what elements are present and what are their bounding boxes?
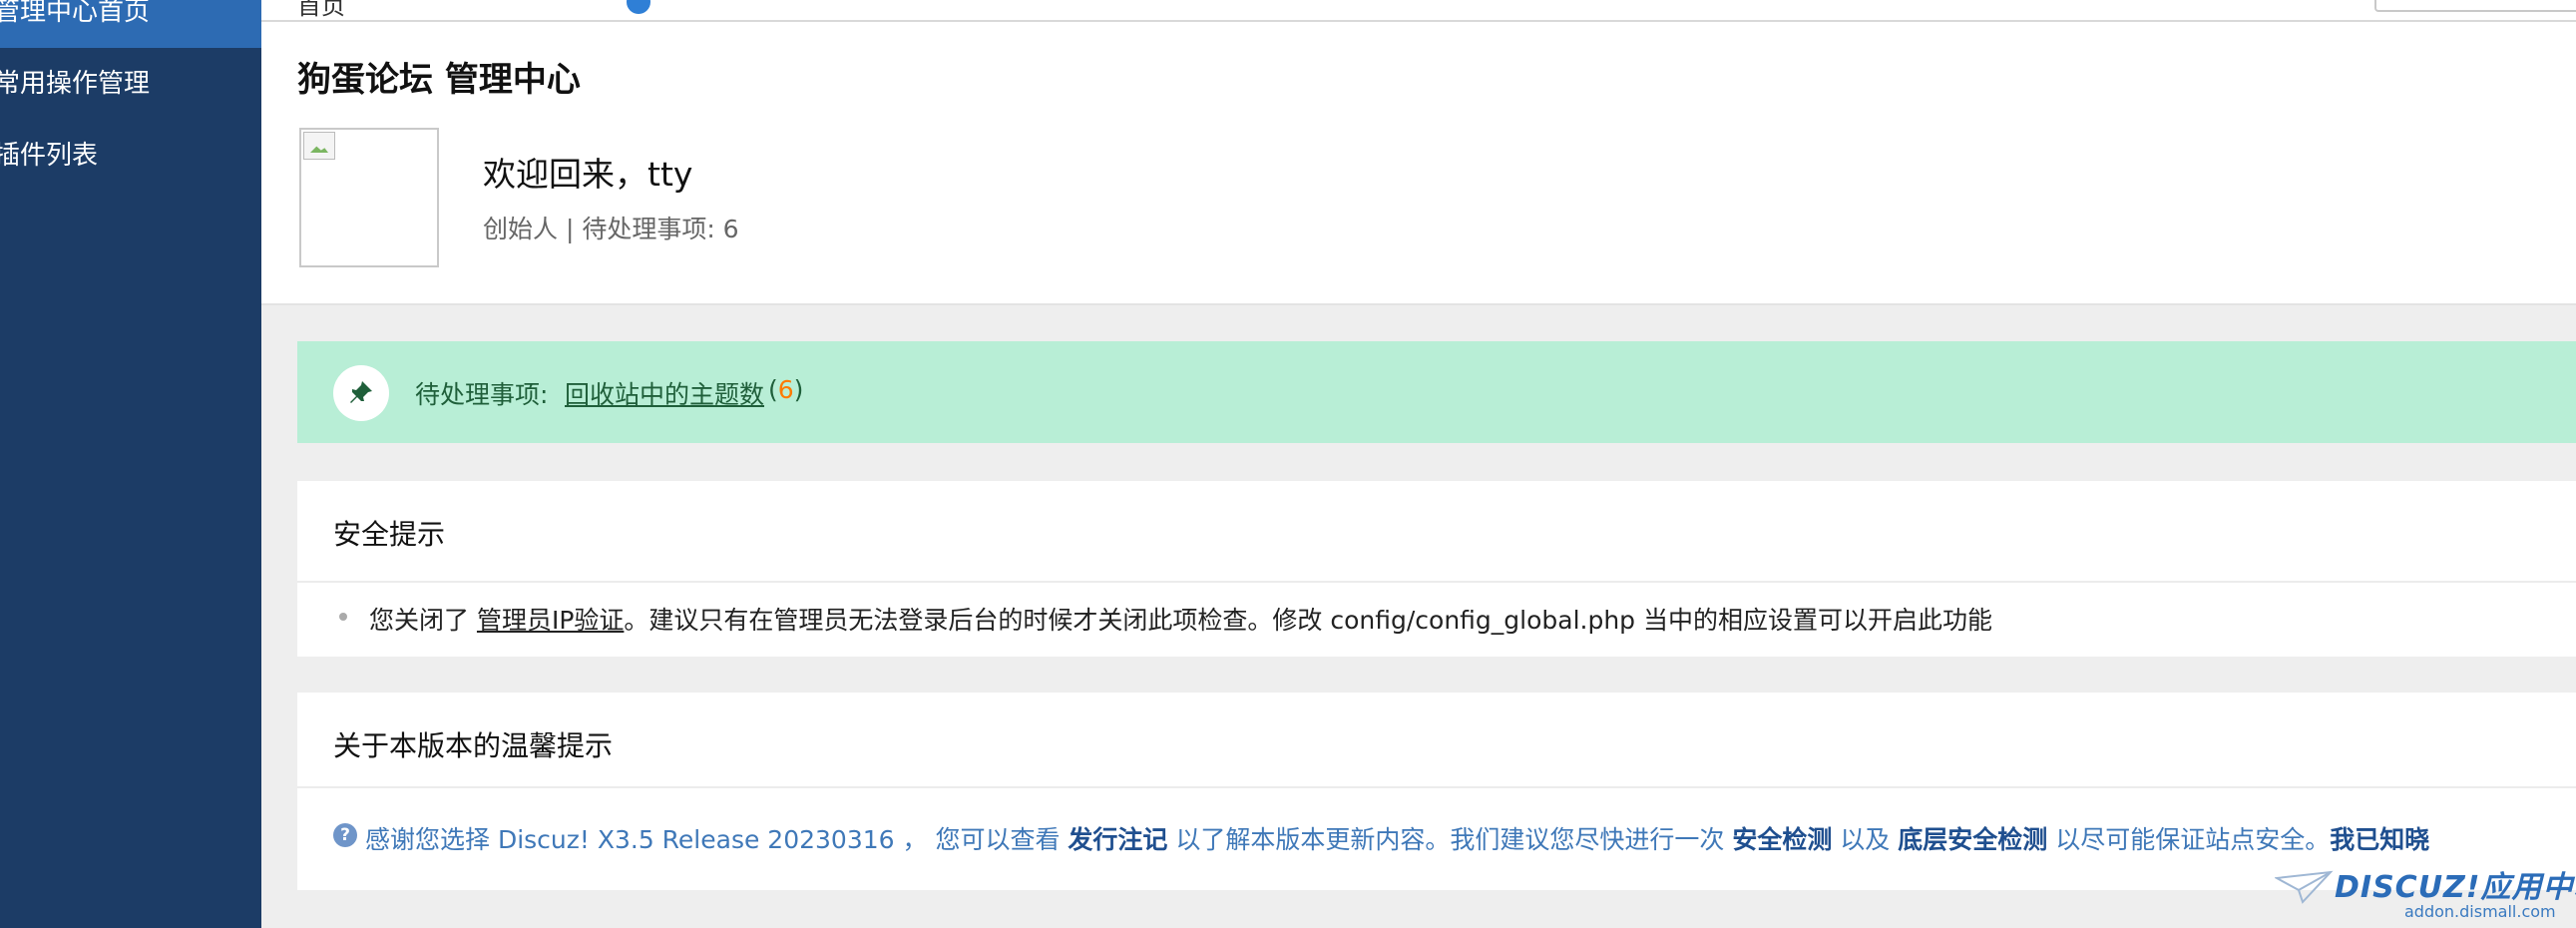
- sidebar-item-label: 常用操作管理: [0, 69, 151, 99]
- sidebar-item-label: 插件列表: [0, 141, 99, 171]
- pending-notice: 待处理事项: 回收站中的主题数 (6): [297, 341, 2576, 443]
- low-level-security-check-link[interactable]: 底层安全检测: [1898, 825, 2047, 854]
- security-check-link[interactable]: 安全检测: [1732, 825, 1832, 854]
- search-input[interactable]: [2374, 0, 2576, 12]
- sidebar-item-common-operations[interactable]: 常用操作管理: [0, 48, 261, 120]
- welcome-message: 欢迎回来，tty: [483, 155, 693, 194]
- broken-image-icon: [303, 132, 335, 160]
- admin-ip-verify-link[interactable]: 管理员IP验证: [477, 606, 624, 635]
- sidebar: 管理中心首页 常用操作管理 插件列表: [0, 0, 261, 928]
- help-icon[interactable]: [627, 0, 650, 14]
- watermark-brand: DISCUZ!应用中心: [2335, 870, 2576, 905]
- plane-icon: [2275, 870, 2334, 904]
- version-tips-message: 感谢您选择 Discuz! X3.5 Release 20230316 ， 您可…: [365, 825, 2430, 854]
- divider: [297, 581, 2576, 583]
- breadcrumb-home[interactable]: 首页: [297, 0, 345, 21]
- role-status: 创始人 | 待处理事项: 6: [483, 215, 739, 243]
- recycle-bin-threads-link[interactable]: 回收站中的主题数: [565, 375, 764, 411]
- version-tips-panel: 关于本版本的温馨提示 ? 感谢您选择 Discuz! X3.5 Release …: [297, 693, 2576, 890]
- bullet-icon: [339, 613, 347, 621]
- page-title: 狗蛋论坛 管理中心: [297, 60, 581, 100]
- pin-icon: [333, 365, 389, 421]
- security-message: 您关闭了 管理员IP验证。建议只有在管理员无法登录后台的时候才关闭此项检查。修改…: [369, 606, 1993, 635]
- avatar: [299, 128, 439, 267]
- sidebar-item-label: 管理中心首页: [0, 0, 151, 27]
- security-title: 安全提示: [333, 518, 446, 551]
- pending-label: 待处理事项:: [415, 380, 549, 409]
- security-panel: 安全提示 您关闭了 管理员IP验证。建议只有在管理员无法登录后台的时候才关闭此项…: [297, 481, 2576, 657]
- acknowledge-link[interactable]: 我已知晓: [2330, 825, 2429, 854]
- admin-header: 狗蛋论坛 管理中心 欢迎回来，tty 创始人 | 待处理事项: 6: [261, 22, 2576, 305]
- info-icon: ?: [333, 823, 357, 847]
- release-notes-link[interactable]: 发行注记: [1068, 825, 1167, 854]
- divider: [297, 786, 2576, 788]
- top-bar: 首页: [261, 0, 2576, 22]
- watermark-logo: DISCUZ!应用中心 addon.dismall.com: [2275, 862, 2576, 926]
- watermark-site: addon.dismall.com: [2404, 902, 2556, 921]
- sidebar-item-admin-home[interactable]: 管理中心首页: [0, 0, 261, 48]
- version-tips-title: 关于本版本的温馨提示: [333, 729, 614, 762]
- pending-count: (6): [768, 375, 804, 404]
- sidebar-item-plugin-list[interactable]: 插件列表: [0, 120, 261, 192]
- pending-count-number: 6: [777, 375, 794, 404]
